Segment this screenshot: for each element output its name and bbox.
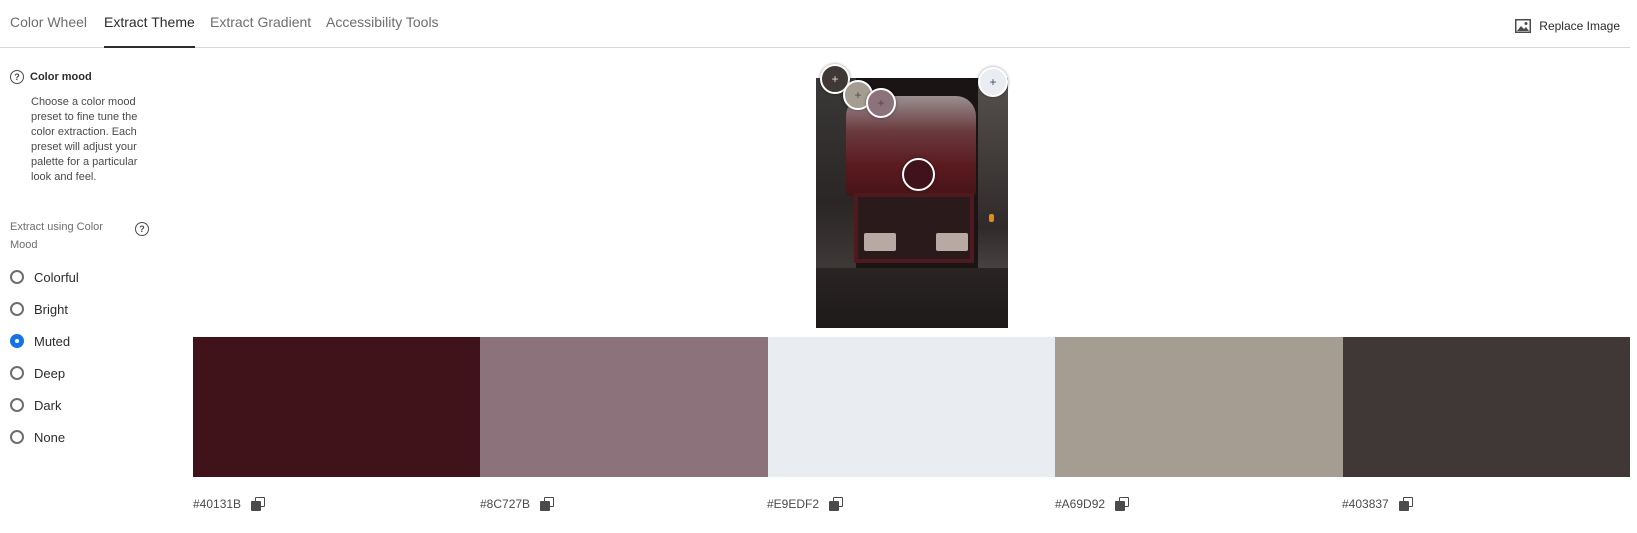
- mood-option-label: Bright: [34, 301, 68, 317]
- mood-option-label: Muted: [34, 333, 71, 349]
- copy-icon[interactable]: [1398, 497, 1413, 511]
- copy-icon[interactable]: [1115, 497, 1130, 511]
- photo-tractor-grille: [854, 193, 974, 263]
- hex-code[interactable]: #A69D92: [1055, 497, 1105, 511]
- color-picker-marker[interactable]: +: [978, 67, 1008, 97]
- source-photo: [816, 78, 1008, 328]
- hex-value-item: #403837: [1342, 497, 1413, 511]
- hex-value-item: #8C727B: [480, 497, 555, 511]
- help-icon[interactable]: ?: [135, 222, 149, 236]
- hex-values-row: #40131B #8C727B #E9EDF2 #A69D92 #403837: [193, 497, 1630, 521]
- color-mood-description: Choose a color mood preset to fine tune …: [31, 96, 138, 183]
- copy-icon[interactable]: [540, 497, 555, 511]
- radio-button[interactable]: [10, 302, 24, 316]
- hex-code[interactable]: #8C727B: [480, 497, 530, 511]
- hex-value-item: #40131B: [193, 497, 266, 511]
- mood-option-label: Colorful: [34, 269, 79, 285]
- tab-extract-gradient[interactable]: Extract Gradient: [210, 14, 311, 48]
- mood-option-label: Deep: [34, 365, 66, 381]
- hex-value-item: #E9EDF2: [767, 497, 844, 511]
- color-picker-marker[interactable]: +: [866, 88, 896, 118]
- color-mood-options: Colorful Bright Muted Deep Dark None: [10, 261, 79, 453]
- help-icon[interactable]: ?: [10, 70, 24, 84]
- image-icon: [1515, 19, 1532, 33]
- mood-option-colorful[interactable]: Colorful: [10, 261, 79, 293]
- top-tab-bar: Color Wheel Extract Theme Extract Gradie…: [0, 0, 1630, 48]
- copy-icon[interactable]: [829, 497, 844, 511]
- mood-option-label: Dark: [34, 397, 62, 413]
- copy-icon[interactable]: [251, 497, 266, 511]
- radio-button[interactable]: [10, 430, 24, 444]
- mood-option-muted[interactable]: Muted: [10, 325, 79, 357]
- replace-image-button[interactable]: Replace Image: [1515, 19, 1620, 33]
- color-swatch[interactable]: [480, 337, 768, 477]
- photo-indicator-light: [989, 214, 994, 222]
- hex-code[interactable]: #40131B: [193, 497, 241, 511]
- tab-accessibility-tools[interactable]: Accessibility Tools: [326, 14, 439, 48]
- plus-icon: +: [989, 75, 997, 89]
- color-mood-sidebar: ? Color mood Choose a color mood preset …: [0, 48, 185, 533]
- photo-headlight: [864, 233, 896, 251]
- radio-button[interactable]: [10, 398, 24, 412]
- mood-option-none[interactable]: None: [10, 421, 79, 453]
- hex-code[interactable]: #E9EDF2: [767, 497, 819, 511]
- radio-button[interactable]: [10, 270, 24, 284]
- color-swatch[interactable]: [1055, 337, 1343, 477]
- plus-icon: +: [831, 72, 839, 86]
- radio-button[interactable]: [10, 366, 24, 380]
- extract-using-mood-label: Extract using Color Mood: [10, 221, 103, 251]
- mood-option-label: None: [34, 429, 66, 445]
- palette-swatches: [193, 337, 1631, 477]
- color-swatch[interactable]: [1342, 337, 1631, 477]
- plus-icon: +: [877, 96, 885, 110]
- photo-floor: [816, 268, 1008, 328]
- color-mood-header: ? Color mood: [10, 70, 92, 84]
- radio-button[interactable]: [10, 334, 24, 348]
- mood-option-dark[interactable]: Dark: [10, 389, 79, 421]
- mood-option-deep[interactable]: Deep: [10, 357, 79, 389]
- color-swatch[interactable]: [767, 337, 1056, 477]
- photo-headlight: [936, 233, 968, 251]
- color-picker-marker[interactable]: [902, 158, 935, 191]
- mood-option-bright[interactable]: Bright: [10, 293, 79, 325]
- tab-extract-theme[interactable]: Extract Theme: [104, 14, 195, 48]
- hex-code[interactable]: #403837: [1342, 497, 1389, 511]
- hex-value-item: #A69D92: [1055, 497, 1130, 511]
- replace-image-label: Replace Image: [1539, 19, 1620, 33]
- plus-icon: +: [854, 88, 862, 102]
- tab-color-wheel[interactable]: Color Wheel: [10, 14, 87, 48]
- color-swatch[interactable]: [193, 337, 481, 477]
- color-mood-title: Color mood: [30, 71, 92, 83]
